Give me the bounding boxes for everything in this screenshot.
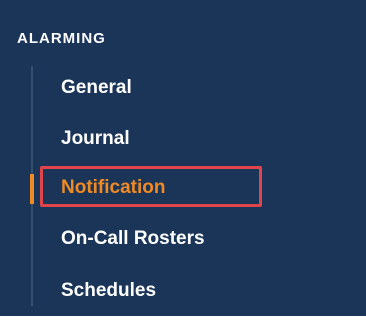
- active-indicator: [30, 174, 34, 204]
- sidebar-item-general[interactable]: General: [61, 71, 132, 105]
- section-title: ALARMING: [17, 30, 106, 47]
- sidebar-item-schedules[interactable]: Schedules: [61, 274, 156, 308]
- sidebar-item-journal[interactable]: Journal: [61, 122, 130, 156]
- sidebar-panel: ALARMING General Journal Notification On…: [0, 0, 366, 316]
- highlight-annotation: [40, 166, 262, 207]
- sidebar-item-on-call-rosters[interactable]: On-Call Rosters: [61, 222, 205, 256]
